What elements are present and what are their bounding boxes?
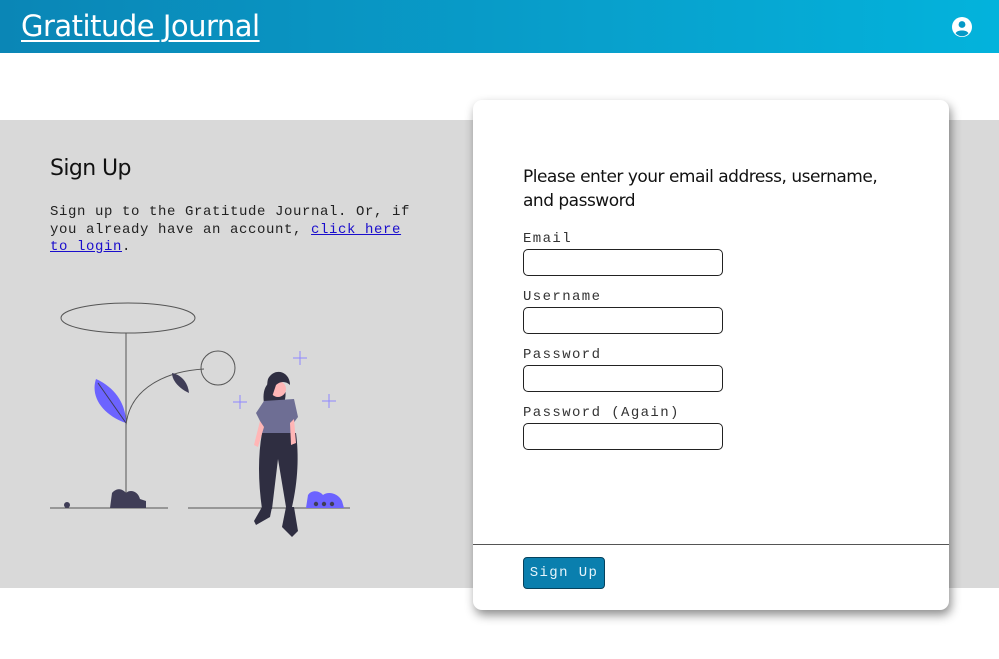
password-field[interactable] [523,365,723,392]
sign-up-button[interactable]: Sign Up [523,557,605,589]
password-label: Password [523,347,602,363]
brand-link[interactable]: Gratitude Journal [21,9,260,43]
page-title: Sign Up [50,156,131,181]
email-field[interactable] [523,249,723,276]
password-again-field[interactable] [523,423,723,450]
woman-standing-by-plant-illustration [50,302,350,537]
intro-text: Sign up to the Gratitude Journal. Or, if… [50,204,418,257]
user-circle-icon[interactable] [951,16,973,38]
intro-text-end: . [122,239,132,255]
email-label: Email [523,231,573,247]
username-field[interactable] [523,307,723,334]
form-heading: Please enter your email address, usernam… [523,167,878,211]
password-again-label: Password (Again) [523,405,680,421]
card-divider [473,544,949,545]
signup-card: Please enter your email address, usernam… [473,100,949,610]
top-bar: Gratitude Journal [0,0,999,53]
username-label: Username [523,289,602,305]
